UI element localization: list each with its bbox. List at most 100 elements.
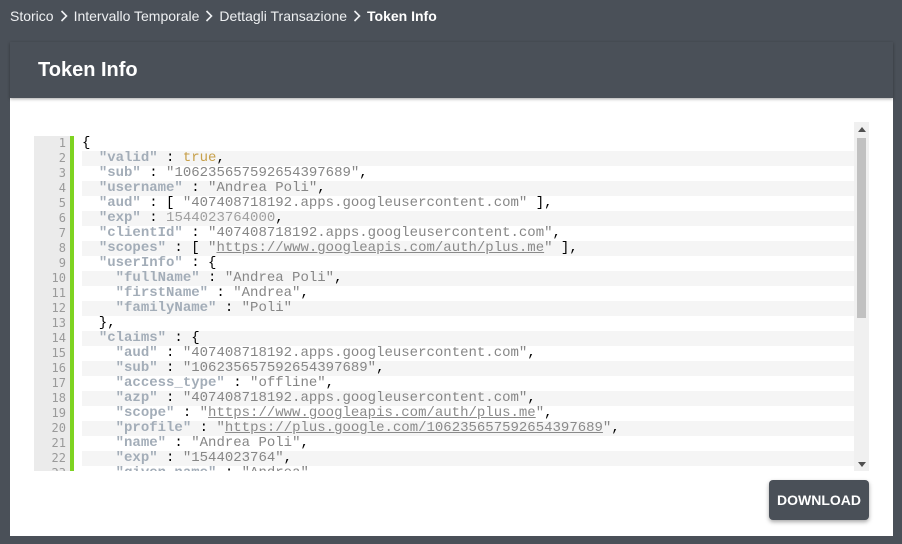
vertical-scrollbar[interactable] [854,122,869,471]
json-punctuation: , [527,345,536,361]
code-line: { [82,136,854,151]
json-string: "Andrea Poli" [191,435,301,451]
breadcrumb-item-storico[interactable]: Storico [10,8,54,24]
breadcrumb-item-dettagli-transazione[interactable]: Dettagli Transazione [219,8,347,24]
json-punctuation [82,360,116,376]
json-key: "userInfo" [98,255,183,271]
json-punctuation: : { [166,330,200,346]
json-string: "407408718192.apps.googleusercontent.com… [182,345,528,361]
json-punctuation: , [334,270,343,286]
breadcrumb: Storico Intervallo Temporale Dettagli Tr… [10,0,437,32]
json-string: "Andrea" [233,285,301,301]
json-punctuation [82,150,99,166]
json-link[interactable]: https://plus.google.com/1062356575926543… [225,420,603,436]
code-line: "access_type" : "offline", [82,376,854,391]
line-number-gutter: 1234567891011121314151617181920212223 [34,136,74,471]
json-string: " [535,405,545,421]
line-number: 20 [51,421,66,435]
json-link[interactable]: https://www.googleapis.com/auth/plus.me [208,405,536,421]
line-number: 14 [51,331,66,345]
json-punctuation: : [157,150,183,166]
line-number: 1 [58,136,66,150]
json-punctuation [82,390,116,406]
code-line: "exp" : "1544023764", [82,451,854,466]
json-punctuation [82,405,116,421]
json-key: "scopes" [98,240,167,256]
json-key: "exp" [98,210,141,226]
json-punctuation: , [376,360,385,376]
json-punctuation: : [191,420,217,436]
json-key: "fullName" [115,270,200,286]
code-line: "scope" : "https://www.googleapis.com/au… [82,406,854,421]
code-line: "sub" : "106235657592654397689", [82,166,854,181]
json-punctuation [82,180,99,196]
json-punctuation: , [300,285,309,301]
code-line: "username" : "Andrea Poli", [82,181,854,196]
chevron-right-icon [54,9,74,23]
json-punctuation: : [157,360,183,376]
json-punctuation: : [182,225,209,241]
json-punctuation: , [552,225,561,241]
line-number: 18 [51,391,66,405]
code-line: "fullName" : "Andrea Poli", [82,271,854,286]
code-line: "scopes" : [ "https://www.googleapis.com… [82,241,854,256]
json-punctuation [82,285,116,301]
panel-title: Token Info [38,59,138,81]
json-punctuation [82,345,116,361]
line-number: 7 [58,226,66,240]
json-punctuation [82,165,99,181]
json-punctuation: : [140,165,167,181]
breadcrumb-item-intervallo-temporale[interactable]: Intervallo Temporale [74,8,200,24]
json-code-editor[interactable]: 1234567891011121314151617181920212223 { … [34,122,869,471]
json-link[interactable]: https://www.googleapis.com/auth/plus.me [216,240,544,256]
json-punctuation: : [182,180,209,196]
scrollbar-thumb[interactable] [857,138,866,318]
json-key: "sub" [98,165,141,181]
json-key: "name" [115,435,167,451]
json-key: "profile" [115,420,192,436]
line-number: 9 [58,256,66,270]
json-key: "firstName" [115,285,209,301]
json-string: "Andrea Poli" [208,180,318,196]
json-punctuation: }, [82,315,116,331]
json-punctuation: , [283,450,293,466]
scroll-up-arrow-icon[interactable] [854,122,869,136]
json-string: " [199,405,209,421]
json-punctuation [82,435,116,451]
json-punctuation: ], [527,195,553,211]
json-number: 1544023764000 [166,210,276,226]
json-punctuation [82,420,116,436]
json-string: "Poli" [241,300,293,316]
json-punctuation: , [216,150,225,166]
line-number: 16 [51,361,66,375]
json-key: "valid" [98,150,158,166]
json-string: " [544,240,553,256]
json-punctuation: , [527,390,536,406]
code-line: "valid" : true, [82,151,854,166]
json-punctuation [82,195,99,211]
json-string: "407408718192.apps.googleusercontent.com… [182,390,528,406]
json-punctuation [82,225,99,241]
json-punctuation: : [157,345,183,361]
code-line: "userInfo" : { [82,256,854,271]
json-string: "Andrea Poli" [224,270,335,286]
json-punctuation: : [ [140,195,183,211]
json-key: "sub" [115,360,158,376]
download-button[interactable]: DOWNLOAD [769,480,869,520]
json-punctuation: : [199,270,225,286]
code-content[interactable]: { "valid" : true, "sub" : "1062356575926… [82,136,854,471]
line-number: 19 [51,406,66,420]
code-line: "name" : "Andrea Poli", [82,436,854,451]
scroll-down-arrow-icon[interactable] [854,457,869,471]
line-number: 4 [58,181,66,195]
panel-header: Token Info [10,42,893,98]
line-number: 17 [51,376,66,390]
line-number: 11 [51,286,66,300]
code-line: "aud" : "407408718192.apps.googleusercon… [82,346,854,361]
json-string: "106235657592654397689" [182,360,377,376]
json-punctuation: , [309,465,317,472]
json-punctuation [82,375,116,391]
chevron-right-icon [199,9,219,23]
code-line: "given_name" : "Andrea", [82,465,854,472]
code-line: "profile" : "https://plus.google.com/106… [82,421,854,436]
